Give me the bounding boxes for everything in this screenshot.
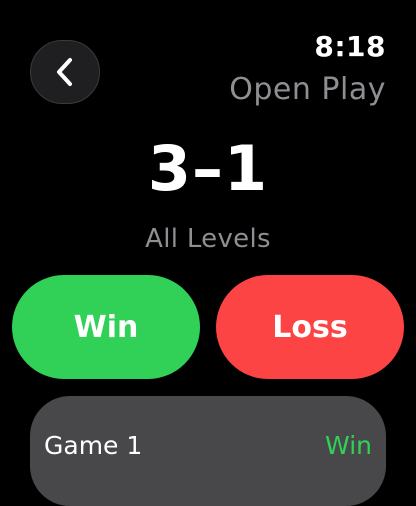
game-result: Win — [325, 431, 372, 460]
game-label: Game 1 — [44, 431, 143, 460]
loss-button-label: Loss — [272, 309, 348, 345]
chevron-left-icon — [54, 56, 76, 88]
match-score: 3–1 — [147, 132, 269, 205]
level-label: All Levels — [145, 224, 271, 254]
page-title: Open Play — [229, 72, 386, 107]
win-button-label: Win — [73, 309, 139, 345]
game-row[interactable]: Game 1 Win — [30, 396, 386, 506]
loss-button[interactable]: Loss — [216, 275, 404, 379]
win-button[interactable]: Win — [12, 275, 200, 379]
back-button[interactable] — [30, 40, 100, 104]
status-time: 8:18 — [314, 30, 386, 63]
